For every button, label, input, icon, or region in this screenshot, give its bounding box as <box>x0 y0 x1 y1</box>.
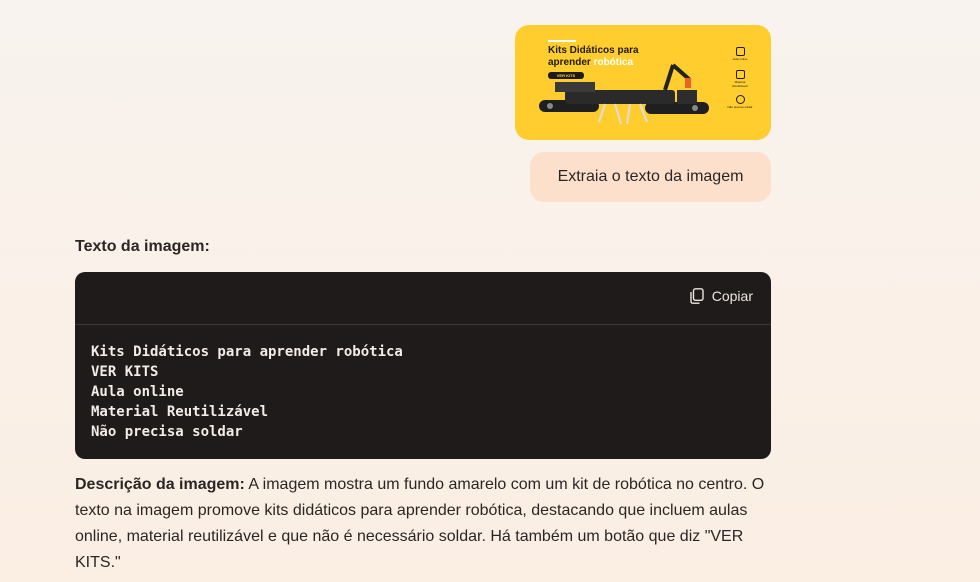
no-solder-icon <box>735 95 745 104</box>
feature-online-class: Aula online <box>727 47 753 61</box>
monitor-icon <box>735 47 745 56</box>
feature-no-solder: Não precisa soldar <box>727 95 753 109</box>
copy-button[interactable]: Copiar <box>690 288 753 304</box>
copy-button-label: Copiar <box>711 288 753 304</box>
feature-reusable: Material Reutilizável <box>727 70 753 88</box>
feature-label: Não precisa soldar <box>727 105 753 109</box>
code-line: Não precisa soldar <box>91 424 243 440</box>
shield-icon <box>735 70 745 79</box>
feature-label: Material Reutilizável <box>732 80 748 88</box>
user-message-text: Extraia o texto da imagem <box>557 168 744 185</box>
robot-kit-illustration <box>539 63 709 125</box>
response-heading: Texto da imagem: <box>75 238 210 255</box>
code-line: VER KITS <box>91 364 159 380</box>
decorative-bar <box>548 40 576 42</box>
code-block-header: Copiar <box>75 272 771 325</box>
code-block: Copiar Kits Didáticos para aprender robó… <box>75 272 771 459</box>
code-line: Kits Didáticos para aprender robótica <box>91 344 403 360</box>
code-line: Material Reutilizável <box>91 404 269 420</box>
code-content: Kits Didáticos para aprender robótica VE… <box>75 325 771 442</box>
user-message-bubble: Extraia o texto da imagem <box>530 152 771 202</box>
image-description: Descrição da imagem: A imagem mostra um … <box>75 472 765 576</box>
code-line: Aula online <box>91 384 184 400</box>
description-label: Descrição da imagem: <box>75 476 245 493</box>
attached-image[interactable]: Kits Didáticos para aprender robótica VE… <box>515 25 771 140</box>
copy-icon <box>690 288 704 304</box>
feature-label: Aula online <box>732 57 748 61</box>
attachment-title-line1: Kits Didáticos para <box>548 45 639 56</box>
